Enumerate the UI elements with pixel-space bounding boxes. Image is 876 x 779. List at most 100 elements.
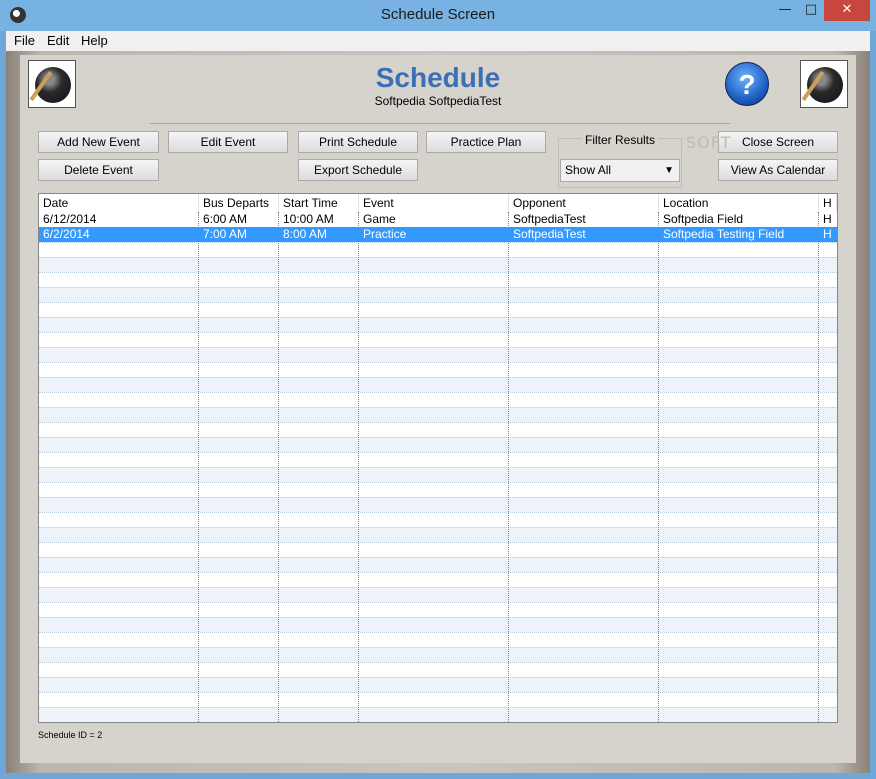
export-schedule-button[interactable]: Export Schedule [298,159,418,181]
column-header[interactable]: Start Time [279,194,359,212]
column-gridline [658,212,659,722]
close-screen-button[interactable]: Close Screen [718,131,838,153]
table-row-band [39,617,837,632]
row-gridline [39,692,837,693]
minimize-button[interactable]: — [772,0,798,21]
filter-results-label: Filter Results [558,133,682,147]
row-gridline [39,242,837,243]
column-gridline [508,212,509,722]
table-cell: 6/12/2014 [43,212,97,226]
column-header[interactable]: Location [659,194,819,212]
table-row-band [39,557,837,572]
table-cell: 6:00 AM [203,212,248,226]
row-gridline [39,617,837,618]
row-gridline [39,302,837,303]
row-gridline [39,377,837,378]
row-gridline [39,707,837,708]
column-header[interactable]: H [819,194,837,212]
row-gridline [39,452,837,453]
watermark: SOFT [686,133,732,152]
title-bar: Schedule Screen — □ ✕ [0,0,876,31]
column-header[interactable]: Date [39,194,199,212]
column-gridline [358,212,359,722]
view-as-calendar-button[interactable]: View As Calendar [718,159,838,181]
table-cell: Softpedia Field [663,212,744,226]
close-window-button[interactable]: ✕ [824,0,870,21]
row-gridline [39,362,837,363]
table-cell: 7:00 AM [203,227,248,241]
table-row[interactable]: 6/2/2014 7:00 AM 8:00 AM Practice SoftpediaT… [39,227,837,242]
practice-plan-button[interactable]: Practice Plan [426,131,546,153]
table-row-band [39,377,837,392]
table-cell: Practice [363,227,407,241]
header-divider [150,123,730,124]
row-gridline [39,347,837,348]
row-gridline [39,572,837,573]
row-gridline [39,257,837,258]
row-gridline [39,497,837,498]
column-gridline [278,212,279,722]
table-cell: H [823,227,832,241]
table-cell: 8:00 AM [283,227,328,241]
table-cell: Game [363,212,396,226]
column-header[interactable]: Bus Departs [199,194,279,212]
help-icon[interactable]: ? [725,62,769,106]
table-row-band [39,407,837,422]
row-gridline [39,512,837,513]
filter-select-value: Show All [565,163,612,177]
row-gridline [39,482,837,483]
row-gridline [39,632,837,633]
table-cell: 6/2/2014 [43,227,90,241]
row-gridline [39,392,837,393]
table-cell: SoftpediaTest [513,227,586,241]
baseball-player-logo-left [28,60,76,108]
table-row[interactable]: 6/12/2014 6:00 AM 10:00 AM Game SoftpediaTes… [39,212,837,227]
column-gridline [818,212,819,722]
row-gridline [39,602,837,603]
print-schedule-button[interactable]: Print Schedule [298,131,418,153]
menu-file[interactable]: File [14,33,35,48]
menu-bar: File Edit Help [6,31,870,51]
chevron-down-icon: ▼ [664,165,674,176]
row-gridline [39,647,837,648]
filter-select[interactable]: Show All ▼ [560,159,680,182]
row-gridline [39,407,837,408]
table-row-band [39,437,837,452]
schedule-table[interactable]: 6/12/2014 6:00 AM 10:00 AM Game SoftpediaTes… [38,193,838,723]
page-title: Schedule [375,62,501,93]
column-header[interactable]: Opponent [509,194,659,212]
window-title: Schedule Screen [380,6,496,23]
table-row-band [39,527,837,542]
table-cell: H [823,212,832,226]
row-gridline [39,287,837,288]
row-gridline [39,662,837,663]
table-row-band [39,257,837,272]
team-name: Softpedia SoftpediaTest [374,94,502,108]
row-gridline [39,317,837,318]
delete-event-button[interactable]: Delete Event [38,159,159,181]
row-gridline [39,332,837,333]
column-header[interactable]: Event [359,194,509,212]
menu-edit[interactable]: Edit [47,33,69,48]
table-row-band [39,317,837,332]
row-gridline [39,422,837,423]
row-gridline [39,557,837,558]
table-row-band [39,707,837,722]
table-row-band [39,587,837,602]
add-new-event-button[interactable]: Add New Event [38,131,159,153]
row-gridline [39,677,837,678]
edit-event-button[interactable]: Edit Event [168,131,288,153]
row-gridline [39,437,837,438]
table-row-band [39,467,837,482]
row-gridline [39,542,837,543]
row-gridline [39,467,837,468]
table-row-band [39,347,837,362]
maximize-button[interactable]: □ [798,0,824,21]
table-row-band [39,287,837,302]
baseball-player-logo-right [800,60,848,108]
column-gridline [198,212,199,722]
menu-help[interactable]: Help [81,33,108,48]
row-gridline [39,527,837,528]
table-row-band [39,497,837,512]
table-cell: 10:00 AM [283,212,334,226]
